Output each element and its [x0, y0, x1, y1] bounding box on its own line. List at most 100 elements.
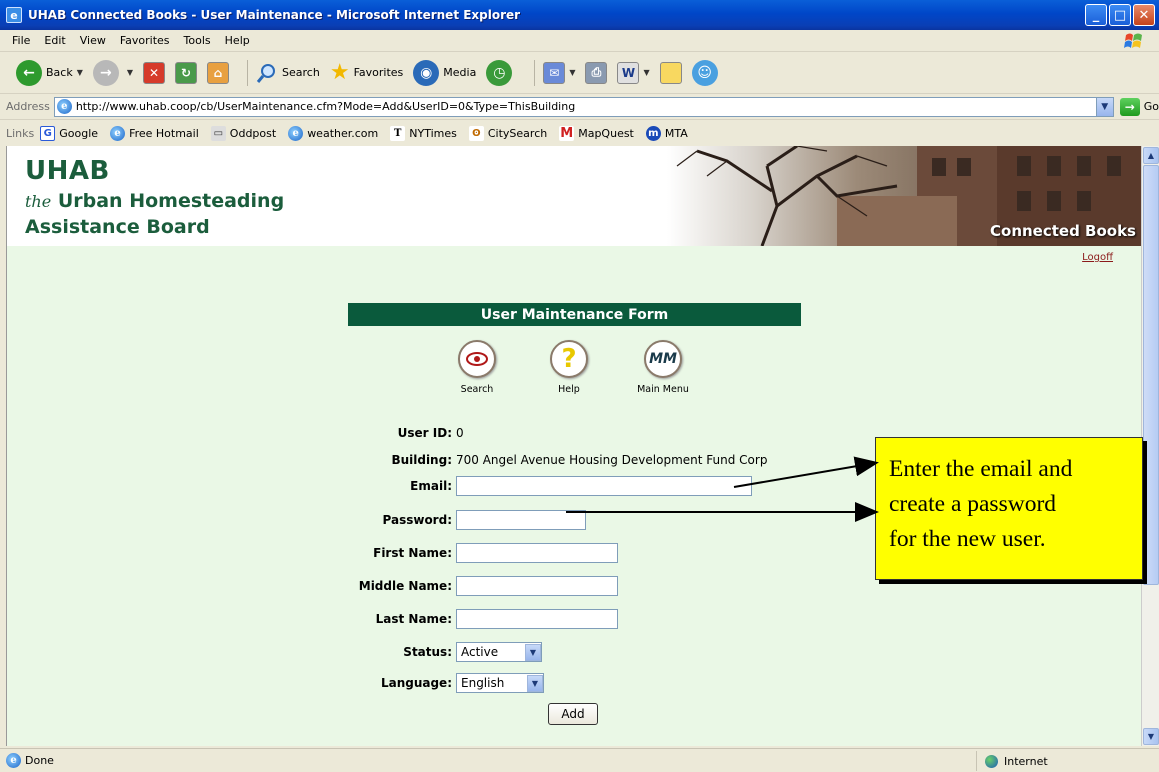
- link-oddpost[interactable]: ▭ Oddpost: [210, 125, 277, 141]
- link-weather[interactable]: e weather.com: [288, 125, 379, 141]
- citysearch-icon: ʘ: [468, 125, 484, 141]
- status-label: Status:: [403, 645, 452, 659]
- home-icon: ⌂: [207, 61, 230, 84]
- language-select[interactable]: English ▼: [456, 673, 544, 693]
- favorites-button[interactable]: ★ Favorites: [330, 60, 403, 85]
- menu-file[interactable]: File: [12, 34, 30, 47]
- main-menu-icon: MM: [644, 340, 682, 378]
- link-nytimes[interactable]: T NYTimes: [390, 125, 457, 141]
- media-button[interactable]: ◉ Media: [413, 59, 477, 86]
- banner-photo: Connected Books: [667, 146, 1141, 246]
- address-bar: Address e http://www.uhab.coop/cb/UserMa…: [0, 94, 1159, 120]
- mail-button[interactable]: ✉ ▼: [543, 61, 575, 84]
- link-label: MTA: [664, 126, 688, 140]
- link-mapquest[interactable]: M MapQuest: [559, 125, 634, 141]
- link-mta[interactable]: m MTA: [645, 125, 688, 141]
- nav-search-label: Search: [460, 384, 494, 395]
- last-name-row: Last Name:: [7, 608, 807, 630]
- toolbar-separator: [534, 59, 536, 86]
- annotation-callout: Enter the email and create a password fo…: [875, 437, 1143, 580]
- link-label: weather.com: [307, 126, 379, 140]
- link-free-hotmail[interactable]: e Free Hotmail: [110, 125, 199, 141]
- menu-view[interactable]: View: [80, 34, 106, 47]
- menu-favorites[interactable]: Favorites: [120, 34, 170, 47]
- menu-help[interactable]: Help: [225, 34, 250, 47]
- search-button[interactable]: Search: [256, 62, 320, 84]
- status-select[interactable]: Active ▼: [456, 642, 542, 662]
- link-label: CitySearch: [487, 126, 548, 140]
- note-icon: [659, 61, 682, 84]
- maximize-button[interactable]: □: [1109, 4, 1131, 26]
- print-button[interactable]: ⎙: [585, 61, 608, 84]
- window-title: UHAB Connected Books - User Maintenance …: [28, 8, 521, 22]
- ie-app-icon: e: [6, 7, 22, 23]
- home-button[interactable]: ⌂: [207, 61, 230, 84]
- first-name-field[interactable]: [456, 543, 618, 563]
- vertical-scrollbar[interactable]: ▲ ▼: [1141, 146, 1159, 746]
- minimize-button[interactable]: _: [1085, 4, 1107, 26]
- password-label: Password:: [382, 513, 453, 527]
- middle-name-field[interactable]: [456, 576, 618, 596]
- scroll-thumb[interactable]: [1143, 165, 1159, 585]
- discuss-button[interactable]: [659, 61, 682, 84]
- windows-logo-icon: [1124, 33, 1142, 48]
- back-button[interactable]: ← Back ▼: [16, 59, 83, 86]
- logo-line-2: the Urban Homesteading: [25, 190, 284, 212]
- link-label: NYTimes: [409, 126, 457, 140]
- nav-help-label: Help: [558, 384, 580, 395]
- stop-button[interactable]: ✕: [143, 61, 166, 84]
- link-label: Oddpost: [229, 126, 277, 140]
- callout-line-1: Enter the email and: [889, 456, 1073, 482]
- window-title-bar[interactable]: e UHAB Connected Books - User Maintenanc…: [0, 0, 1159, 30]
- messenger-icon: ☺: [691, 59, 718, 86]
- nav-main-menu-button[interactable]: MM Main Menu: [633, 340, 693, 395]
- password-field[interactable]: [456, 510, 586, 530]
- nav-help-button[interactable]: ? Help: [539, 340, 599, 395]
- zone-label: Internet: [1004, 754, 1048, 768]
- scroll-up-icon[interactable]: ▲: [1143, 147, 1159, 164]
- close-button[interactable]: ✕: [1133, 4, 1155, 26]
- search-icon: [256, 63, 276, 83]
- stop-icon: ✕: [143, 61, 166, 84]
- scroll-down-icon[interactable]: ▼: [1143, 728, 1159, 745]
- links-label: Links: [6, 126, 35, 140]
- link-label: Google: [59, 126, 99, 140]
- add-button[interactable]: Add: [548, 703, 598, 725]
- star-icon: ★: [329, 60, 350, 85]
- refresh-button[interactable]: ↻: [175, 61, 198, 84]
- messenger-button[interactable]: ☺: [691, 59, 722, 86]
- language-selected-value: English: [461, 676, 505, 690]
- mapquest-icon: M: [559, 125, 575, 141]
- chevron-down-icon: ▼: [525, 643, 541, 661]
- last-name-field[interactable]: [456, 609, 618, 629]
- media-icon: ◉: [413, 59, 440, 86]
- menu-bar: File Edit View Favorites Tools Help: [0, 30, 1159, 52]
- logo-line-3: Assistance Board: [25, 216, 210, 238]
- link-label: Free Hotmail: [129, 126, 199, 140]
- forward-button[interactable]: → ▼: [92, 59, 133, 86]
- mail-icon: ✉: [543, 61, 566, 84]
- go-button[interactable]: → Go: [1119, 97, 1159, 116]
- eye-icon: [458, 340, 496, 378]
- status-text: Done: [25, 754, 54, 767]
- logoff-link[interactable]: Logoff: [1082, 252, 1113, 263]
- history-button[interactable]: ◷: [486, 59, 516, 86]
- edit-button[interactable]: W ▼: [617, 61, 650, 84]
- media-label: Media: [443, 66, 477, 79]
- link-citysearch[interactable]: ʘ CitySearch: [468, 125, 548, 141]
- favorites-label: Favorites: [353, 66, 404, 79]
- language-row: Language: English ▼: [7, 672, 807, 694]
- menu-edit[interactable]: Edit: [44, 34, 65, 47]
- status-bar: e Done Internet: [0, 748, 1159, 772]
- address-dropdown-icon[interactable]: ▼: [1095, 97, 1113, 116]
- chevron-down-icon: ▼: [643, 68, 650, 77]
- nav-search-button[interactable]: Search: [447, 340, 507, 395]
- refresh-icon: ↻: [175, 61, 198, 84]
- email-field[interactable]: [456, 476, 752, 496]
- menu-tools[interactable]: Tools: [184, 34, 211, 47]
- address-input[interactable]: e http://www.uhab.coop/cb/UserMaintenanc…: [53, 96, 1114, 117]
- link-google[interactable]: G Google: [40, 125, 99, 141]
- form-heading: User Maintenance Form: [348, 303, 801, 326]
- standard-toolbar: ← Back ▼ → ▼ ✕ ↻ ⌂ Search ★ Favorites ◉ …: [0, 52, 1159, 94]
- first-name-row: First Name:: [7, 542, 807, 564]
